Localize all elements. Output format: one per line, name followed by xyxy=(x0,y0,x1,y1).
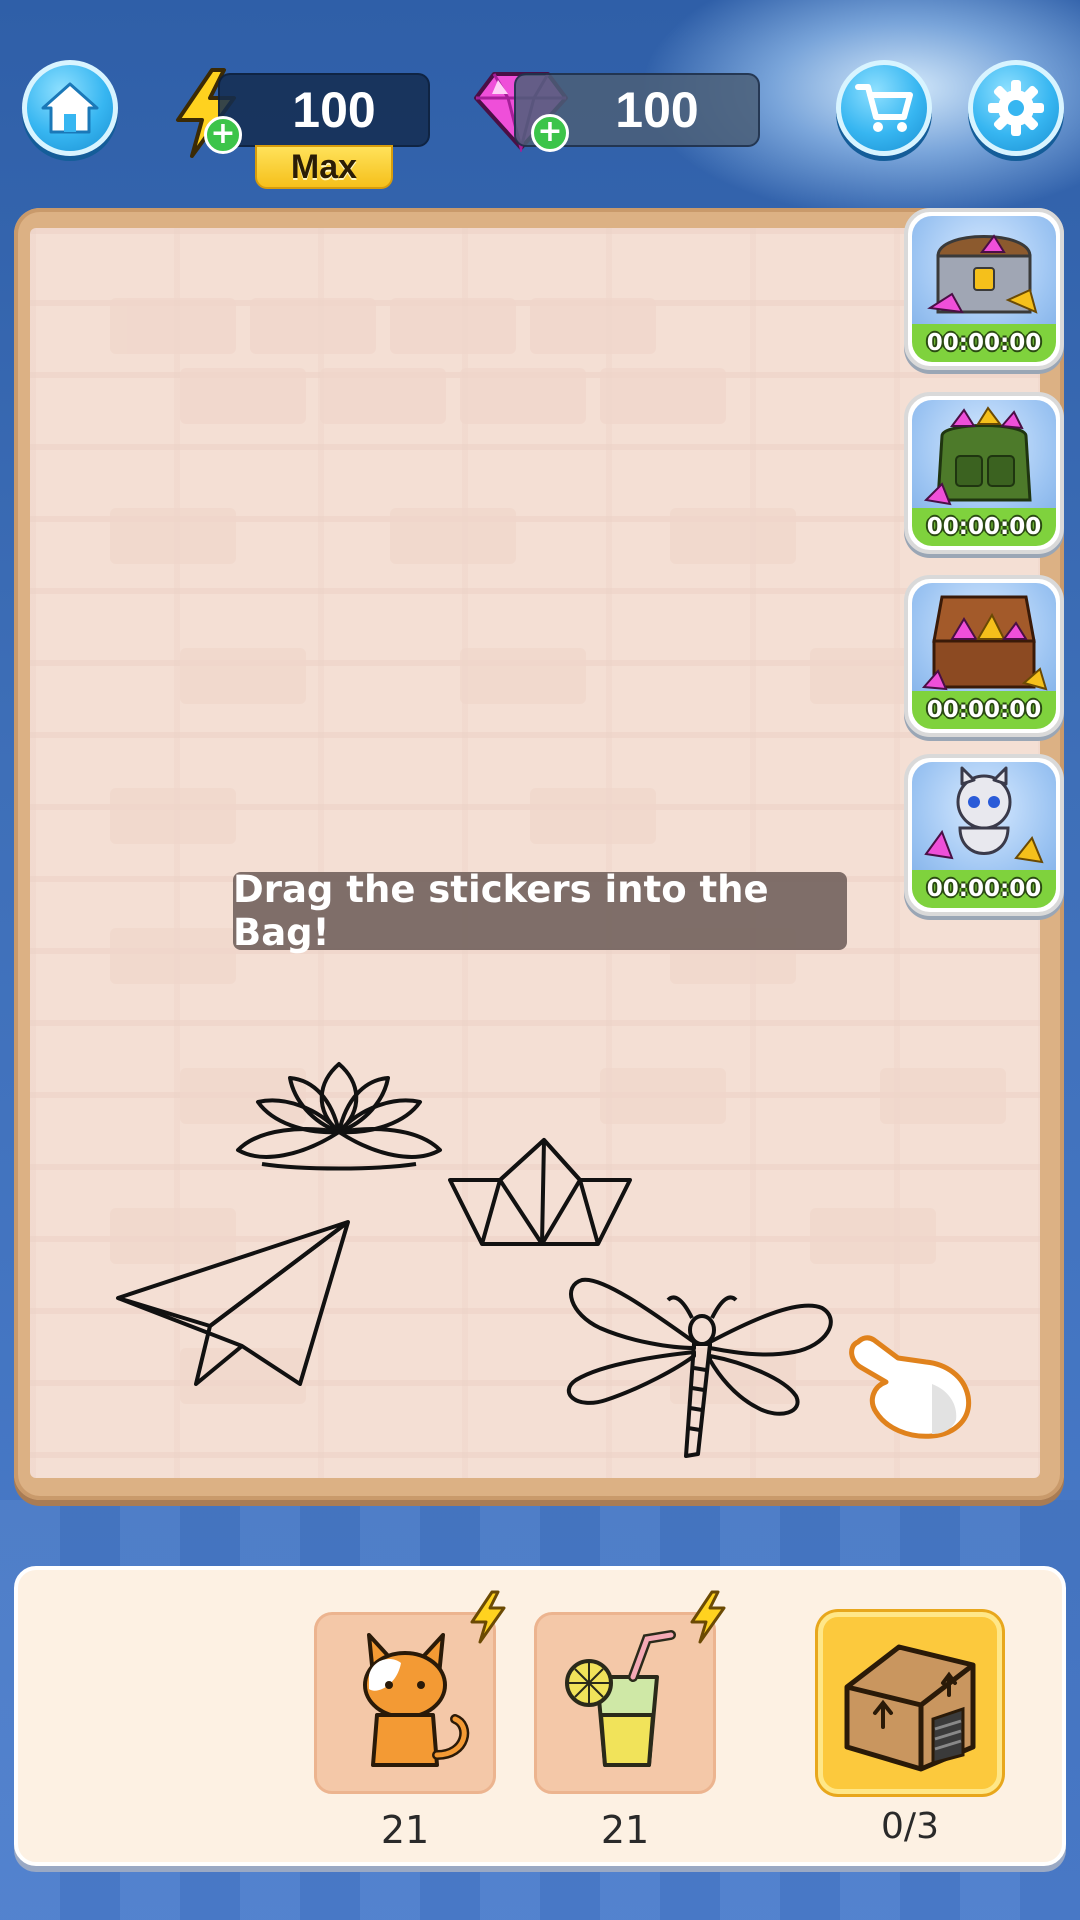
reward-timer: 00:00:00 xyxy=(912,508,1056,546)
reward-suitcase[interactable]: 00:00:00 xyxy=(904,575,1064,737)
hint-toast: Drag the stickers into the Bag! xyxy=(233,868,847,954)
reward-timer: 00:00:00 xyxy=(912,691,1056,729)
bag-count: 0/3 xyxy=(881,1806,939,1847)
reward-art xyxy=(912,216,1056,330)
reward-art xyxy=(912,762,1056,876)
shopping-cart-icon xyxy=(855,84,913,132)
cat-sticker-count: 21 xyxy=(380,1808,430,1852)
bag-button[interactable] xyxy=(818,1612,1002,1794)
pointing-hand-icon xyxy=(849,1335,972,1439)
paper-boat-sticker[interactable] xyxy=(448,1136,632,1248)
cat-with-gems-icon xyxy=(924,766,1044,864)
lemonade-sticker-count: 21 xyxy=(600,1808,650,1852)
backpack-icon xyxy=(923,406,1032,506)
add-gems-button[interactable]: + xyxy=(531,114,569,152)
home-icon xyxy=(41,82,99,134)
suitcase-icon xyxy=(921,595,1048,691)
energy-cost-icon xyxy=(470,1590,506,1644)
reward-cat-with-gems[interactable]: 00:00:00 xyxy=(904,754,1064,916)
gem-value: 100 xyxy=(615,82,699,138)
reward-timer: 00:00:00 xyxy=(912,870,1056,908)
energy-max-badge: Max xyxy=(255,145,393,189)
gear-icon xyxy=(988,80,1044,136)
energy-cost-icon xyxy=(690,1590,726,1644)
shop-button[interactable] xyxy=(836,60,932,156)
add-energy-button[interactable]: + xyxy=(204,116,242,154)
home-button[interactable] xyxy=(22,60,118,156)
storage-house-icon xyxy=(844,1644,976,1772)
lotus-sticker[interactable] xyxy=(232,1052,446,1174)
energy-value: 100 xyxy=(292,82,376,138)
dragonfly-sticker[interactable] xyxy=(562,1268,840,1460)
reward-timer: 00:00:00 xyxy=(912,324,1056,362)
reward-backpack[interactable]: 00:00:00 xyxy=(904,392,1064,554)
reward-art xyxy=(912,400,1056,514)
settings-button[interactable] xyxy=(968,60,1064,156)
treasure-chest-icon xyxy=(927,234,1038,314)
energy-counter: 100 xyxy=(218,73,430,147)
reward-art xyxy=(912,583,1056,697)
paper-plane-sticker[interactable] xyxy=(114,1218,352,1390)
reward-treasure-chest[interactable]: 00:00:00 xyxy=(904,208,1064,370)
